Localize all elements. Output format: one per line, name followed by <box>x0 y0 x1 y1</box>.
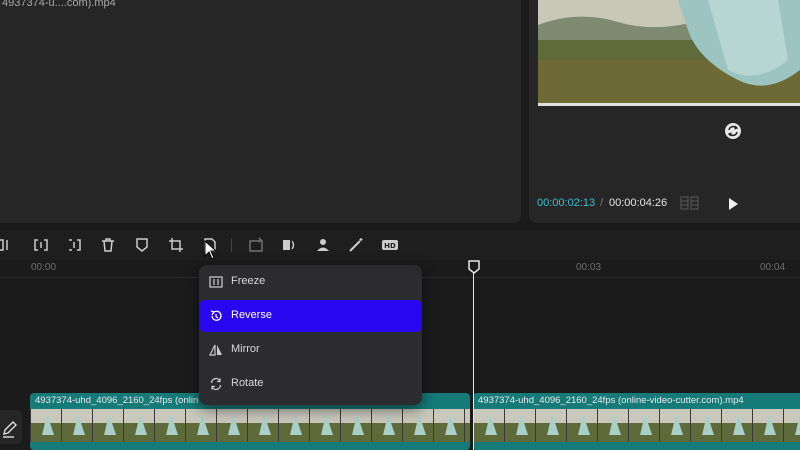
thumbnail-frame <box>628 409 659 442</box>
thumbnail-frame <box>464 409 470 442</box>
thumbnail-frame <box>783 409 800 442</box>
thumbnail-frame <box>247 409 278 442</box>
ruler-tick-label: 00:00 <box>31 262 57 273</box>
time-separator: / <box>600 197 604 209</box>
media-file-name[interactable]: 4937374-u....com).mp4 <box>2 0 116 9</box>
split-left-icon[interactable] <box>0 236 14 254</box>
clip-thumbnails <box>30 409 470 442</box>
playhead-line <box>473 267 474 450</box>
thumbnail-frame <box>721 409 752 442</box>
thumbnail-frame <box>123 409 154 442</box>
thumbnail-frame <box>278 409 309 442</box>
grid-icon[interactable] <box>680 196 700 210</box>
freeze-icon <box>209 275 223 289</box>
menu-item-reverse[interactable]: Reverse <box>199 300 422 332</box>
video-clip[interactable]: 4937374-uhd_4096_2160_24fps (online-vide… <box>473 393 800 450</box>
split-right-icon[interactable] <box>65 236 83 254</box>
playhead-handle[interactable] <box>468 260 480 274</box>
preview-video[interactable] <box>538 0 800 106</box>
menu-item-label: Rotate <box>231 377 264 389</box>
thumbnail-frame <box>659 409 690 442</box>
current-time: 00:00:02:13 <box>537 197 596 209</box>
menu-item-mirror[interactable]: Mirror <box>199 334 422 366</box>
thumbnail-frame <box>473 409 504 442</box>
ruler-tick-label: 00:03 <box>576 262 602 273</box>
thumbnail-frame <box>340 409 371 442</box>
clip-thumbnails <box>473 409 800 442</box>
svg-text:HD: HD <box>384 242 396 250</box>
timeline-toolbar: HD <box>0 230 800 260</box>
edit-button[interactable] <box>0 410 22 444</box>
thumbnail-frame <box>535 409 566 442</box>
toolbar-divider <box>231 238 232 252</box>
thumbnail-frame <box>30 409 61 442</box>
context-menu: Freeze Reverse Mirror Rotate <box>199 265 422 405</box>
thumbnail-frame <box>690 409 721 442</box>
marker-icon[interactable] <box>133 236 151 254</box>
audio-icon[interactable] <box>280 236 298 254</box>
delete-icon[interactable] <box>99 236 117 254</box>
magic-wand-icon[interactable] <box>347 236 365 254</box>
thumbnail-frame <box>504 409 535 442</box>
media-panel <box>0 0 521 223</box>
hd-icon[interactable]: HD <box>381 236 399 254</box>
ruler-tick-label: 00:04 <box>760 262 786 273</box>
person-icon[interactable] <box>314 236 332 254</box>
thumbnail-frame <box>433 409 464 442</box>
clip-label: 4937374-uhd_4096_2160_24fps (online-vide… <box>478 395 744 406</box>
thumbnail-frame <box>597 409 628 442</box>
play-icon[interactable] <box>725 196 741 212</box>
thumbnail-frame <box>92 409 123 442</box>
extract-audio-icon[interactable] <box>247 236 265 254</box>
thumbnail-frame <box>61 409 92 442</box>
reverse-icon <box>209 309 223 323</box>
thumbnail-frame <box>566 409 597 442</box>
menu-item-freeze[interactable]: Freeze <box>199 266 422 298</box>
thumbnail-frame <box>752 409 783 442</box>
split-icon[interactable] <box>32 236 50 254</box>
menu-item-rotate[interactable]: Rotate <box>199 368 422 400</box>
mirror-icon <box>209 343 223 357</box>
total-time: 00:00:04:26 <box>609 197 668 209</box>
thumbnail-frame <box>154 409 185 442</box>
crop-icon[interactable] <box>167 236 185 254</box>
menu-item-label: Mirror <box>231 343 260 355</box>
thumbnail-frame <box>371 409 402 442</box>
menu-item-label: Freeze <box>231 275 266 287</box>
pencil-icon <box>3 421 17 438</box>
clip-label: 4937374-uhd_4096_2160_24fps (onlin <box>35 395 199 406</box>
thumbnail-frame <box>185 409 216 442</box>
thumbnail-frame <box>309 409 340 442</box>
rotate-icon <box>209 377 223 391</box>
thumbnail-frame <box>402 409 433 442</box>
thumbnail-frame <box>216 409 247 442</box>
mouse-cursor-icon <box>204 239 218 260</box>
menu-item-label: Reverse <box>231 309 272 321</box>
loop-icon[interactable] <box>722 120 744 142</box>
